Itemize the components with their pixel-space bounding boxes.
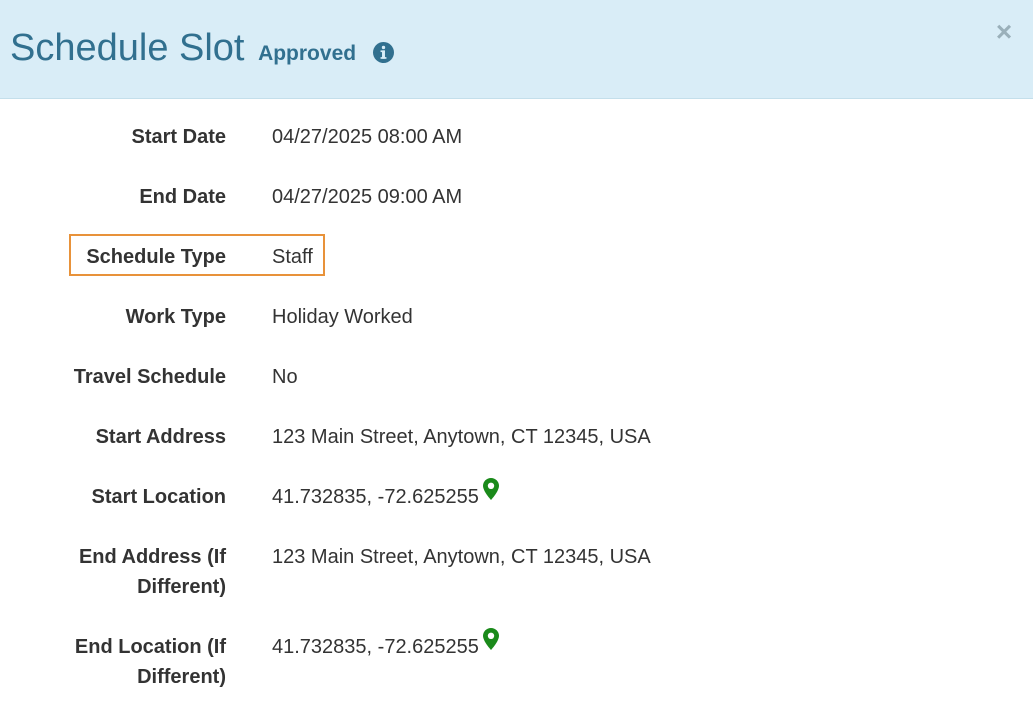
field-value: 123 Main Street, Anytown, CT 12345, USA <box>272 546 651 568</box>
field-label-line: Different) <box>137 666 226 688</box>
field-label-line: End Location (If <box>74 636 226 658</box>
field-label: Work Type <box>125 306 226 328</box>
modal-title: Schedule Slot Approved <box>10 26 394 76</box>
field-value: 41.732835, -72.625255 <box>272 478 499 512</box>
map-marker-icon[interactable] <box>482 478 499 500</box>
field-value: No <box>272 366 298 388</box>
field-value: 04/27/2025 09:00 AM <box>272 186 463 208</box>
info-circle-icon[interactable] <box>372 42 394 63</box>
field-value: Staff <box>272 246 313 268</box>
field-label: End Address (If Different) <box>40 542 226 602</box>
field-label: Start Address <box>95 426 226 448</box>
field-label: End Location (If Different) <box>40 632 226 692</box>
field-label: Start Date <box>131 126 226 148</box>
coordinates-text: 41.732835, -72.625255 <box>272 636 479 658</box>
field-label: End Date <box>139 186 226 208</box>
field-value: Holiday Worked <box>272 306 413 328</box>
field-label: Start Location <box>91 486 226 508</box>
modal-title-text: Schedule Slot <box>10 27 245 69</box>
field-label-line: Different) <box>137 576 226 598</box>
close-button[interactable]: × <box>992 18 1016 46</box>
field-label: Travel Schedule <box>73 366 226 388</box>
map-marker-icon[interactable] <box>482 628 499 650</box>
field-value: 123 Main Street, Anytown, CT 12345, USA <box>272 426 651 448</box>
field-label-line: End Address (If <box>78 546 226 568</box>
coordinates-text: 41.732835, -72.625255 <box>272 486 479 508</box>
field-label: Schedule Type <box>86 246 226 268</box>
modal-header: Schedule Slot Approved × <box>0 0 1033 99</box>
field-value: 41.732835, -72.625255 <box>272 628 499 662</box>
status-label: Approved <box>258 42 357 65</box>
field-value: 04/27/2025 08:00 AM <box>272 126 463 148</box>
